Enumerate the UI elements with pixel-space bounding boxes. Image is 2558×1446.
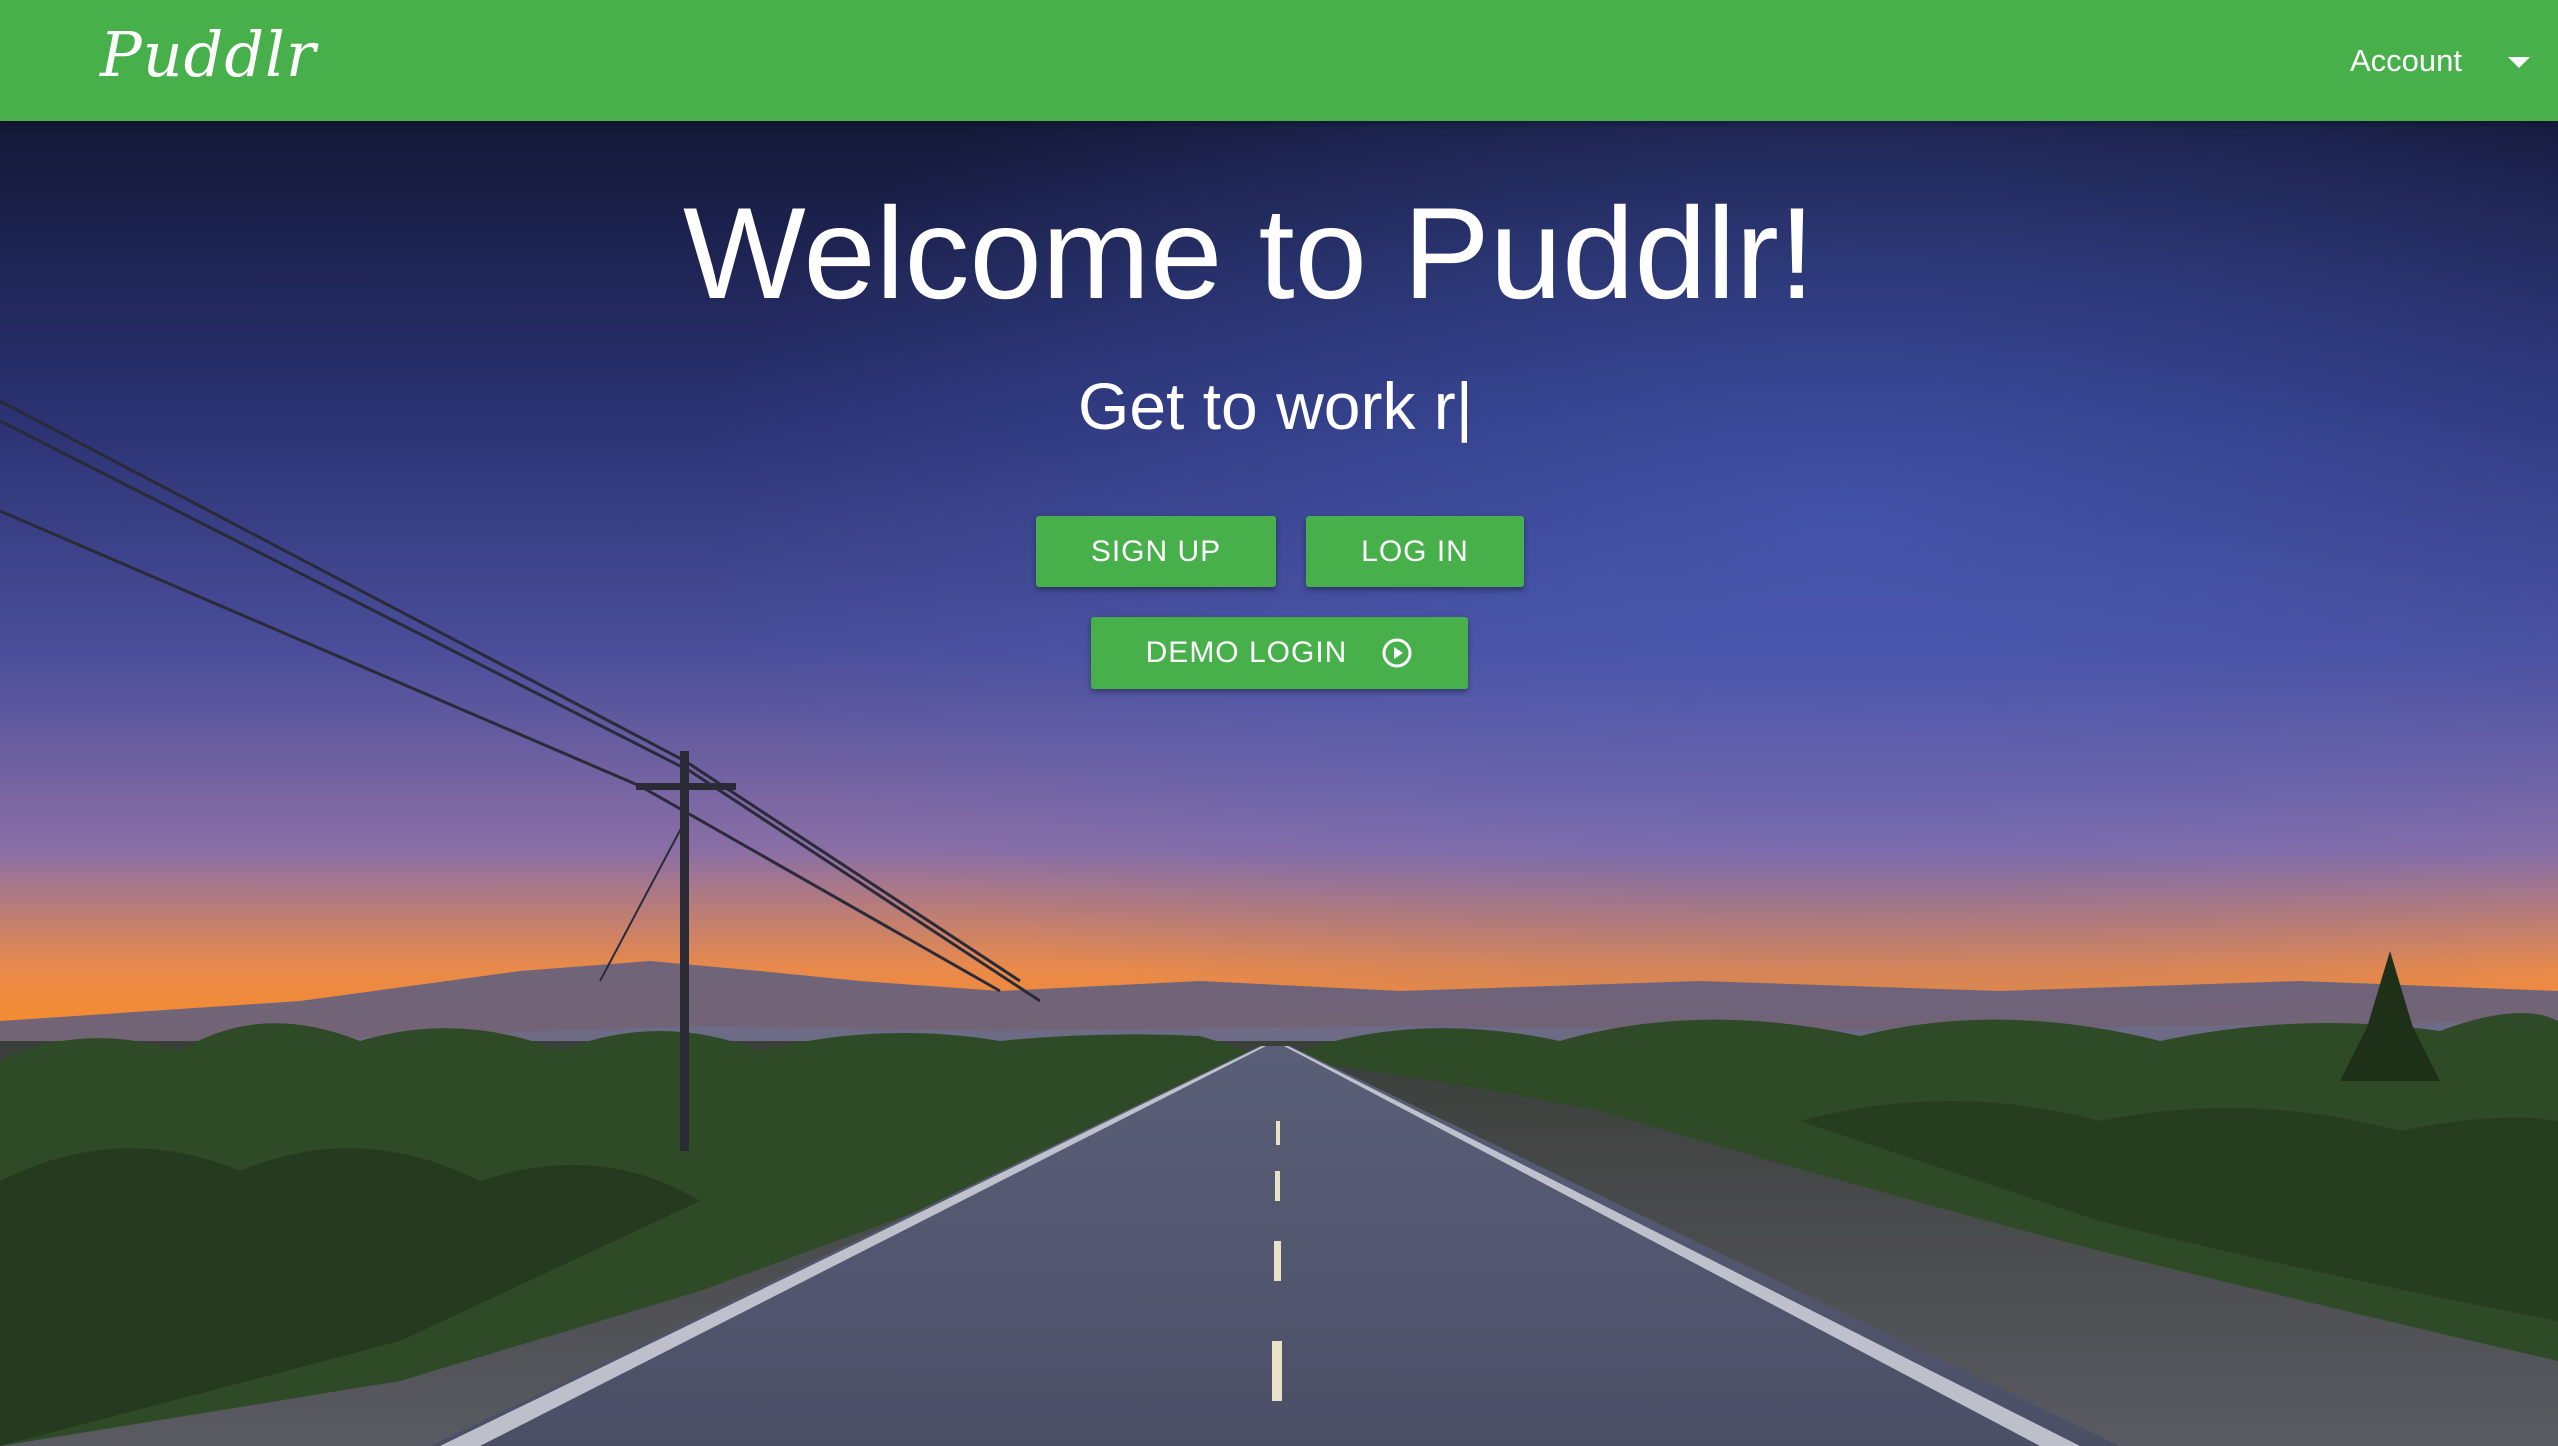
welcome-heading-text: Welcome to Puddlr! (683, 180, 1815, 326)
typed-tagline: Get to work r| (1078, 369, 1473, 443)
demo-login-label: DEMO LOGIN (1145, 636, 1348, 669)
account-menu[interactable]: Account (2350, 0, 2530, 121)
brand-logo[interactable]: Puddlr (100, 18, 317, 91)
play-circle-icon (1382, 638, 1412, 668)
signup-button[interactable]: SIGN UP (1036, 516, 1276, 587)
top-navbar: Puddlr Account (0, 0, 2558, 121)
demo-login-button[interactable]: DEMO LOGIN (1091, 617, 1468, 689)
account-label[interactable]: Account (2350, 43, 2462, 79)
login-button[interactable]: LOG IN (1306, 516, 1524, 587)
welcome-heading: Welcome to Puddlr! (0, 178, 2558, 328)
chevron-down-icon[interactable] (2508, 57, 2530, 68)
